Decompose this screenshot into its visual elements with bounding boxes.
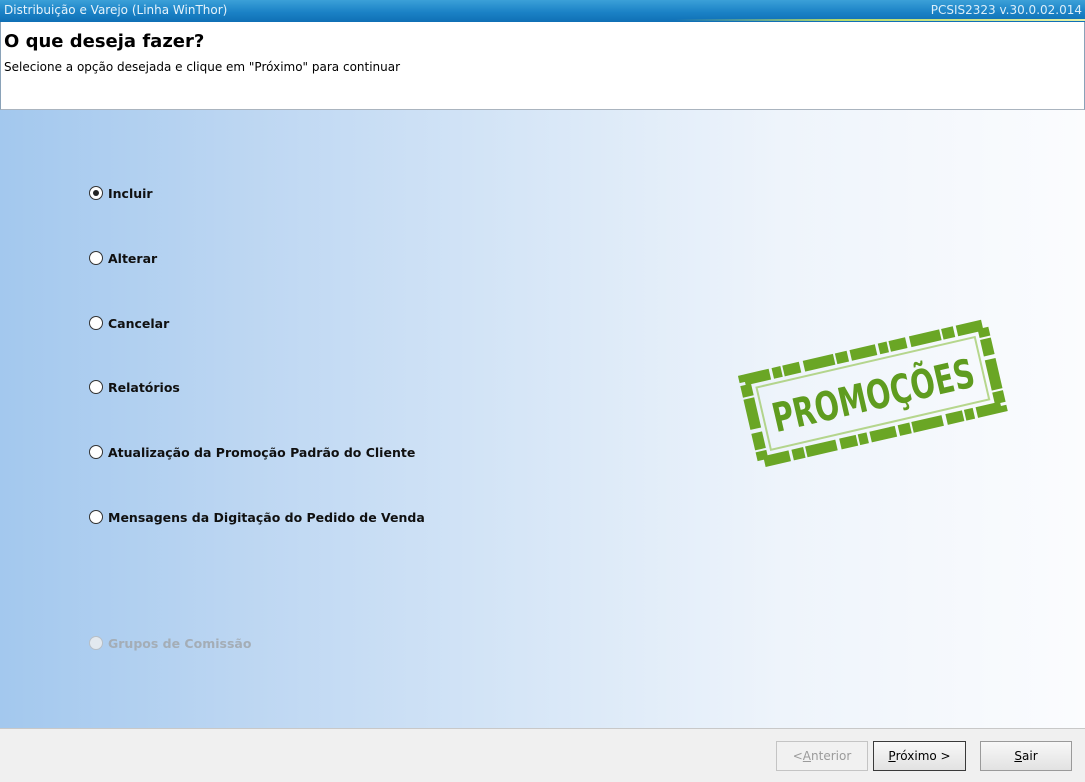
version-label: PCSIS2323 v.30.0.02.014	[930, 3, 1082, 17]
option-cancelar[interactable]: Cancelar	[89, 314, 169, 332]
title-bar: Distribuição e Varejo (Linha WinThor) PC…	[0, 0, 1085, 22]
previous-button-label: nterior	[811, 749, 852, 763]
previous-button-prefix: <	[792, 749, 803, 763]
radio-button[interactable]	[89, 251, 103, 265]
exit-button[interactable]: Sair	[980, 741, 1072, 771]
option-label: Mensagens da Digitação do Pedido de Vend…	[108, 509, 425, 525]
exit-button-mnemonic: S	[1014, 749, 1022, 763]
promocoes-stamp-logo: PROMOÇÕES	[738, 318, 1008, 469]
option-mensagens-digitacao-pedido[interactable]: Mensagens da Digitação do Pedido de Vend…	[89, 508, 425, 526]
page-subtitle: Selecione a opção desejada e clique em "…	[4, 60, 401, 74]
radio-button[interactable]	[89, 186, 103, 200]
radio-button[interactable]	[89, 380, 103, 394]
radio-button[interactable]	[89, 510, 103, 524]
option-atualizacao-promocao-padrao[interactable]: Atualização da Promoção Padrão do Client…	[89, 443, 415, 461]
option-grupos-comissao: Grupos de Comissão	[89, 634, 251, 652]
title-accent-stripe	[675, 19, 1085, 21]
option-relatorios[interactable]: Relatórios	[89, 378, 180, 396]
window-title: Distribuição e Varejo (Linha WinThor)	[4, 3, 228, 17]
option-label: Grupos de Comissão	[108, 635, 252, 651]
next-button-label: róximo >	[895, 749, 951, 763]
next-button-mnemonic: P	[888, 749, 896, 763]
options-panel: Incluir Alterar Cancelar Relatórios Atua…	[0, 110, 1085, 728]
radio-button[interactable]	[89, 445, 103, 459]
option-label: Atualização da Promoção Padrão do Client…	[108, 444, 416, 460]
previous-button[interactable]: < Anterior	[776, 741, 868, 771]
wizard-footer: < Anterior Próximo > Sair	[0, 728, 1085, 782]
next-button[interactable]: Próximo >	[873, 741, 966, 771]
option-label: Incluir	[108, 185, 153, 201]
radio-button[interactable]	[89, 316, 103, 330]
option-alterar[interactable]: Alterar	[89, 249, 157, 267]
radio-button	[89, 636, 103, 650]
previous-button-mnemonic: A	[802, 749, 812, 763]
page-title: O que deseja fazer?	[4, 31, 205, 52]
option-label: Cancelar	[108, 315, 170, 331]
option-incluir[interactable]: Incluir	[89, 184, 153, 202]
option-label: Alterar	[108, 250, 158, 266]
stamp-text: PROMOÇÕES	[768, 349, 980, 442]
wizard-header: O que deseja fazer? Selecione a opção de…	[0, 22, 1085, 110]
option-label: Relatórios	[108, 379, 180, 395]
exit-button-label: air	[1022, 749, 1038, 763]
